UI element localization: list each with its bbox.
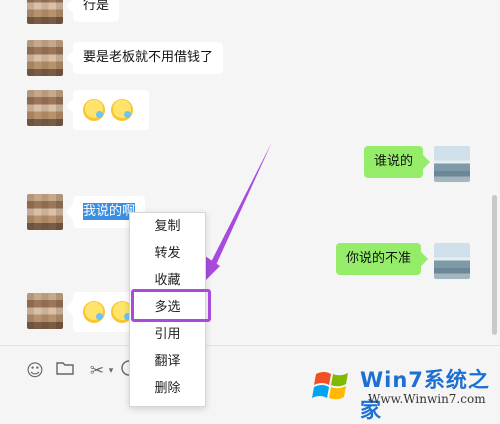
folder-icon[interactable] — [54, 360, 76, 382]
selected-message-text[interactable]: 我说的啊 — [83, 203, 136, 220]
message-bubble[interactable]: 要是老板就不用借钱了 — [73, 42, 224, 74]
contact-avatar[interactable] — [27, 0, 63, 24]
emoji-icon[interactable]: ☺ — [24, 360, 46, 382]
message-bubble[interactable]: 你说的不准 — [336, 243, 422, 275]
menu-item-translate[interactable]: 翻译 — [130, 348, 205, 375]
message-text: 你说的不准 — [346, 251, 412, 266]
highlight-box — [131, 289, 211, 322]
message-bubble[interactable]: 谁说的 — [364, 146, 424, 178]
menu-item-forward[interactable]: 转发 — [130, 240, 205, 267]
watermark-url: Www.Winwin7.com — [368, 392, 486, 406]
menu-item-copy[interactable]: 复制 — [130, 213, 205, 240]
sweat-smile-emoji — [83, 98, 105, 121]
message-bubble[interactable]: 行是 — [73, 0, 120, 22]
my-avatar[interactable] — [434, 146, 470, 182]
sweat-smile-emoji — [111, 98, 133, 121]
message-text: 行是 — [83, 0, 110, 13]
sweat-smile-emoji — [83, 300, 105, 323]
windows-logo-icon — [312, 372, 348, 400]
chat-scrollbar[interactable] — [492, 195, 497, 335]
watermark-logo: Win7系统之家 Www.Winwin7.com — [308, 360, 498, 422]
contact-avatar[interactable] — [27, 40, 63, 76]
message-text: 要是老板就不用借钱了 — [83, 50, 214, 65]
chat-area: 行是 要是老板就不用借钱了 谁说的 我说的啊 你说的不准 — [0, 0, 500, 345]
contact-avatar[interactable] — [27, 90, 63, 126]
menu-item-quote[interactable]: 引用 — [130, 321, 205, 348]
contact-avatar[interactable] — [27, 293, 63, 329]
my-avatar[interactable] — [434, 243, 470, 279]
message-bubble[interactable] — [73, 90, 149, 130]
message-text: 谁说的 — [374, 154, 414, 169]
menu-item-delete[interactable]: 删除 — [130, 375, 205, 402]
contact-avatar[interactable] — [27, 194, 63, 230]
